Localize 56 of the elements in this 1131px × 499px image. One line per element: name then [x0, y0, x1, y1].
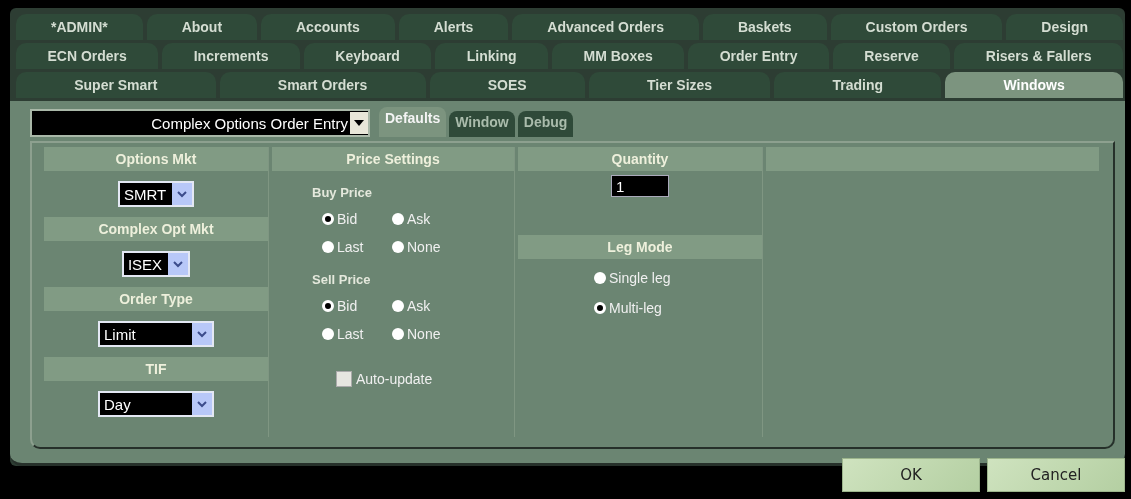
field-label: Buy Price	[311, 184, 373, 202]
tab[interactable]: Reserve	[832, 43, 951, 69]
tab[interactable]: Tier Sizes	[588, 72, 771, 98]
tab[interactable]: Window	[449, 111, 515, 137]
chevron-down-icon	[197, 330, 207, 338]
tab[interactable]: Custom Orders	[830, 14, 1003, 40]
radio-button[interactable]: Last	[322, 236, 392, 258]
section-header: Order Type	[44, 287, 268, 311]
tab[interactable]: Linking	[435, 43, 549, 69]
section-header: Quantity	[518, 147, 762, 171]
tab[interactable]: Increments	[162, 43, 300, 69]
chevron-down-icon	[197, 400, 207, 408]
dropdown[interactable]: Limit	[98, 321, 214, 347]
quantity-field[interactable]: 1	[611, 175, 669, 197]
field-label: Sell Price	[311, 271, 372, 289]
tab[interactable]: ECN Orders	[16, 43, 159, 69]
tab[interactable]: Trading	[774, 72, 942, 98]
tab[interactable]: Debug	[517, 111, 574, 137]
radio-button[interactable]: Bid	[322, 295, 392, 317]
radio-button[interactable]: Bid	[322, 208, 392, 230]
tab[interactable]: Order Entry	[688, 43, 829, 69]
radio-button[interactable]: Last	[322, 323, 392, 345]
section-header: Complex Opt Mkt	[44, 217, 268, 241]
section-header: Price Settings	[272, 147, 514, 171]
section-header: Options Mkt	[44, 147, 268, 171]
radio-button[interactable]: Ask	[392, 295, 462, 317]
dialog-button[interactable]: Cancel	[987, 458, 1125, 492]
tab[interactable]: Baskets	[702, 14, 827, 40]
radio-button[interactable]: Single leg	[594, 267, 762, 289]
tab[interactable]: Design	[1006, 14, 1123, 40]
tab[interactable]: Super Smart	[16, 72, 216, 98]
dropdown[interactable]: ISEX	[121, 251, 191, 277]
tab[interactable]: *ADMIN*	[16, 14, 143, 40]
tab[interactable]: Alerts	[398, 14, 509, 40]
chevron-down-icon	[173, 260, 184, 268]
tab[interactable]: SOES	[429, 72, 585, 98]
dropdown[interactable]: Day	[98, 391, 214, 417]
tab[interactable]: Smart Orders	[219, 72, 426, 98]
dialog-button[interactable]: OK	[842, 458, 980, 492]
radio-button[interactable]: None	[392, 236, 462, 258]
dropdown[interactable]: SMRT	[117, 181, 195, 207]
section-header: Leg Mode	[518, 235, 762, 259]
caret-icon	[354, 120, 364, 126]
window-dropdown[interactable]: Complex Options Order Entry	[30, 109, 370, 137]
section-header: TIF	[44, 357, 268, 381]
tab[interactable]: Risers & Fallers	[954, 43, 1124, 69]
tab[interactable]: Keyboard	[303, 43, 432, 69]
tab[interactable]: Accounts	[261, 14, 395, 40]
tab[interactable]: Advanced Orders	[512, 14, 699, 40]
radio-button[interactable]: None	[392, 323, 462, 345]
chevron-down-icon	[177, 190, 188, 198]
checkbox[interactable]: Auto-update	[336, 371, 433, 387]
tab[interactable]: MM Boxes	[552, 43, 685, 69]
radio-button[interactable]: Multi-leg	[594, 297, 762, 319]
tab[interactable]: About	[146, 14, 258, 40]
radio-button[interactable]: Ask	[392, 208, 462, 230]
